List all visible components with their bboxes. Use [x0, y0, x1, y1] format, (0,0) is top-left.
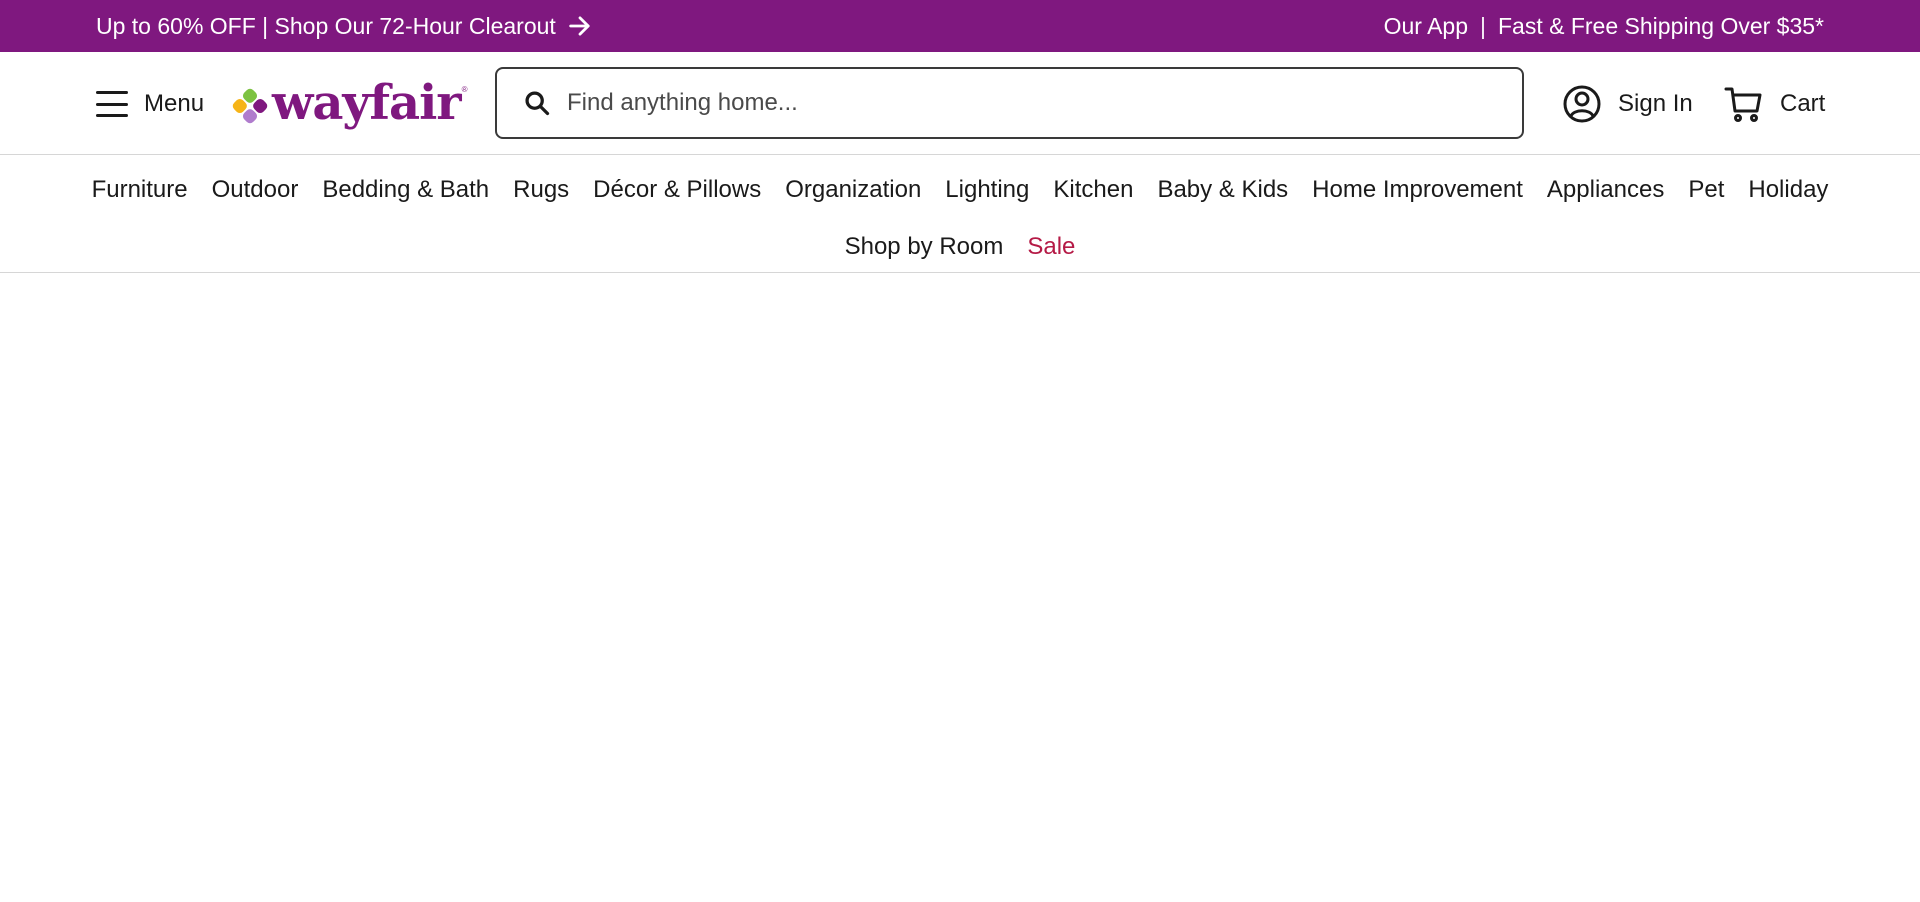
promo-separator: | [1480, 12, 1486, 39]
logo-wordmark: wayfair [272, 75, 462, 131]
site-header: Menu wayfair ® Sign In [0, 52, 1920, 155]
cart-label: Cart [1780, 90, 1826, 117]
nav-item-outdoor[interactable]: Outdoor [200, 170, 311, 210]
nav-item-rugs[interactable]: Rugs [501, 170, 581, 210]
arrow-right-icon [569, 16, 590, 36]
nav-item-kitchen[interactable]: Kitchen [1041, 170, 1145, 210]
menu-label: Menu [144, 90, 205, 117]
category-row-secondary: Shop by Room Sale [0, 226, 1920, 268]
search-input[interactable] [567, 89, 1522, 117]
promo-right: Our App | Fast & Free Shipping Over $35* [1384, 0, 1824, 52]
main-content-area [0, 274, 1920, 902]
wayfair-logo-mark-icon [232, 88, 268, 124]
wayfair-logo[interactable]: wayfair ® [232, 75, 468, 131]
nav-item-decor-pillows[interactable]: Décor & Pillows [581, 170, 773, 210]
nav-item-shop-by-room[interactable]: Shop by Room [833, 227, 1016, 267]
cart-button[interactable]: Cart [1724, 80, 1825, 128]
nav-item-lighting[interactable]: Lighting [933, 170, 1041, 210]
free-shipping-link[interactable]: Fast & Free Shipping Over $35* [1498, 13, 1824, 40]
search-icon[interactable] [523, 89, 551, 117]
nav-item-holiday[interactable]: Holiday [1736, 170, 1840, 210]
hamburger-icon [96, 91, 128, 117]
our-app-link[interactable]: Our App [1384, 13, 1468, 40]
nav-item-bedding-bath[interactable]: Bedding & Bath [310, 170, 501, 210]
nav-item-sale[interactable]: Sale [1015, 227, 1087, 267]
sign-in-label: Sign In [1618, 90, 1693, 117]
sign-in-button[interactable]: Sign In [1562, 80, 1693, 128]
promo-bar: Up to 60% OFF | Shop Our 72-Hour Clearou… [0, 0, 1920, 52]
clearout-promo-text: Up to 60% OFF | Shop Our 72-Hour Clearou… [96, 12, 556, 39]
nav-item-appliances[interactable]: Appliances [1535, 170, 1676, 210]
category-nav: Furniture Outdoor Bedding & Bath Rugs Dé… [0, 155, 1920, 273]
logo-registered-mark: ® [461, 85, 468, 94]
clearout-promo-link[interactable]: Up to 60% OFF | Shop Our 72-Hour Clearou… [96, 0, 594, 52]
category-row-primary: Furniture Outdoor Bedding & Bath Rugs Dé… [0, 169, 1920, 211]
nav-item-pet[interactable]: Pet [1676, 170, 1736, 210]
menu-button[interactable]: Menu [96, 76, 204, 132]
nav-item-baby-kids[interactable]: Baby & Kids [1145, 170, 1300, 210]
nav-item-furniture[interactable]: Furniture [80, 170, 200, 210]
search-box [495, 67, 1524, 139]
nav-item-organization[interactable]: Organization [773, 170, 933, 210]
cart-icon [1724, 87, 1762, 122]
nav-item-home-improvement[interactable]: Home Improvement [1300, 170, 1535, 210]
account-icon [1563, 85, 1601, 123]
